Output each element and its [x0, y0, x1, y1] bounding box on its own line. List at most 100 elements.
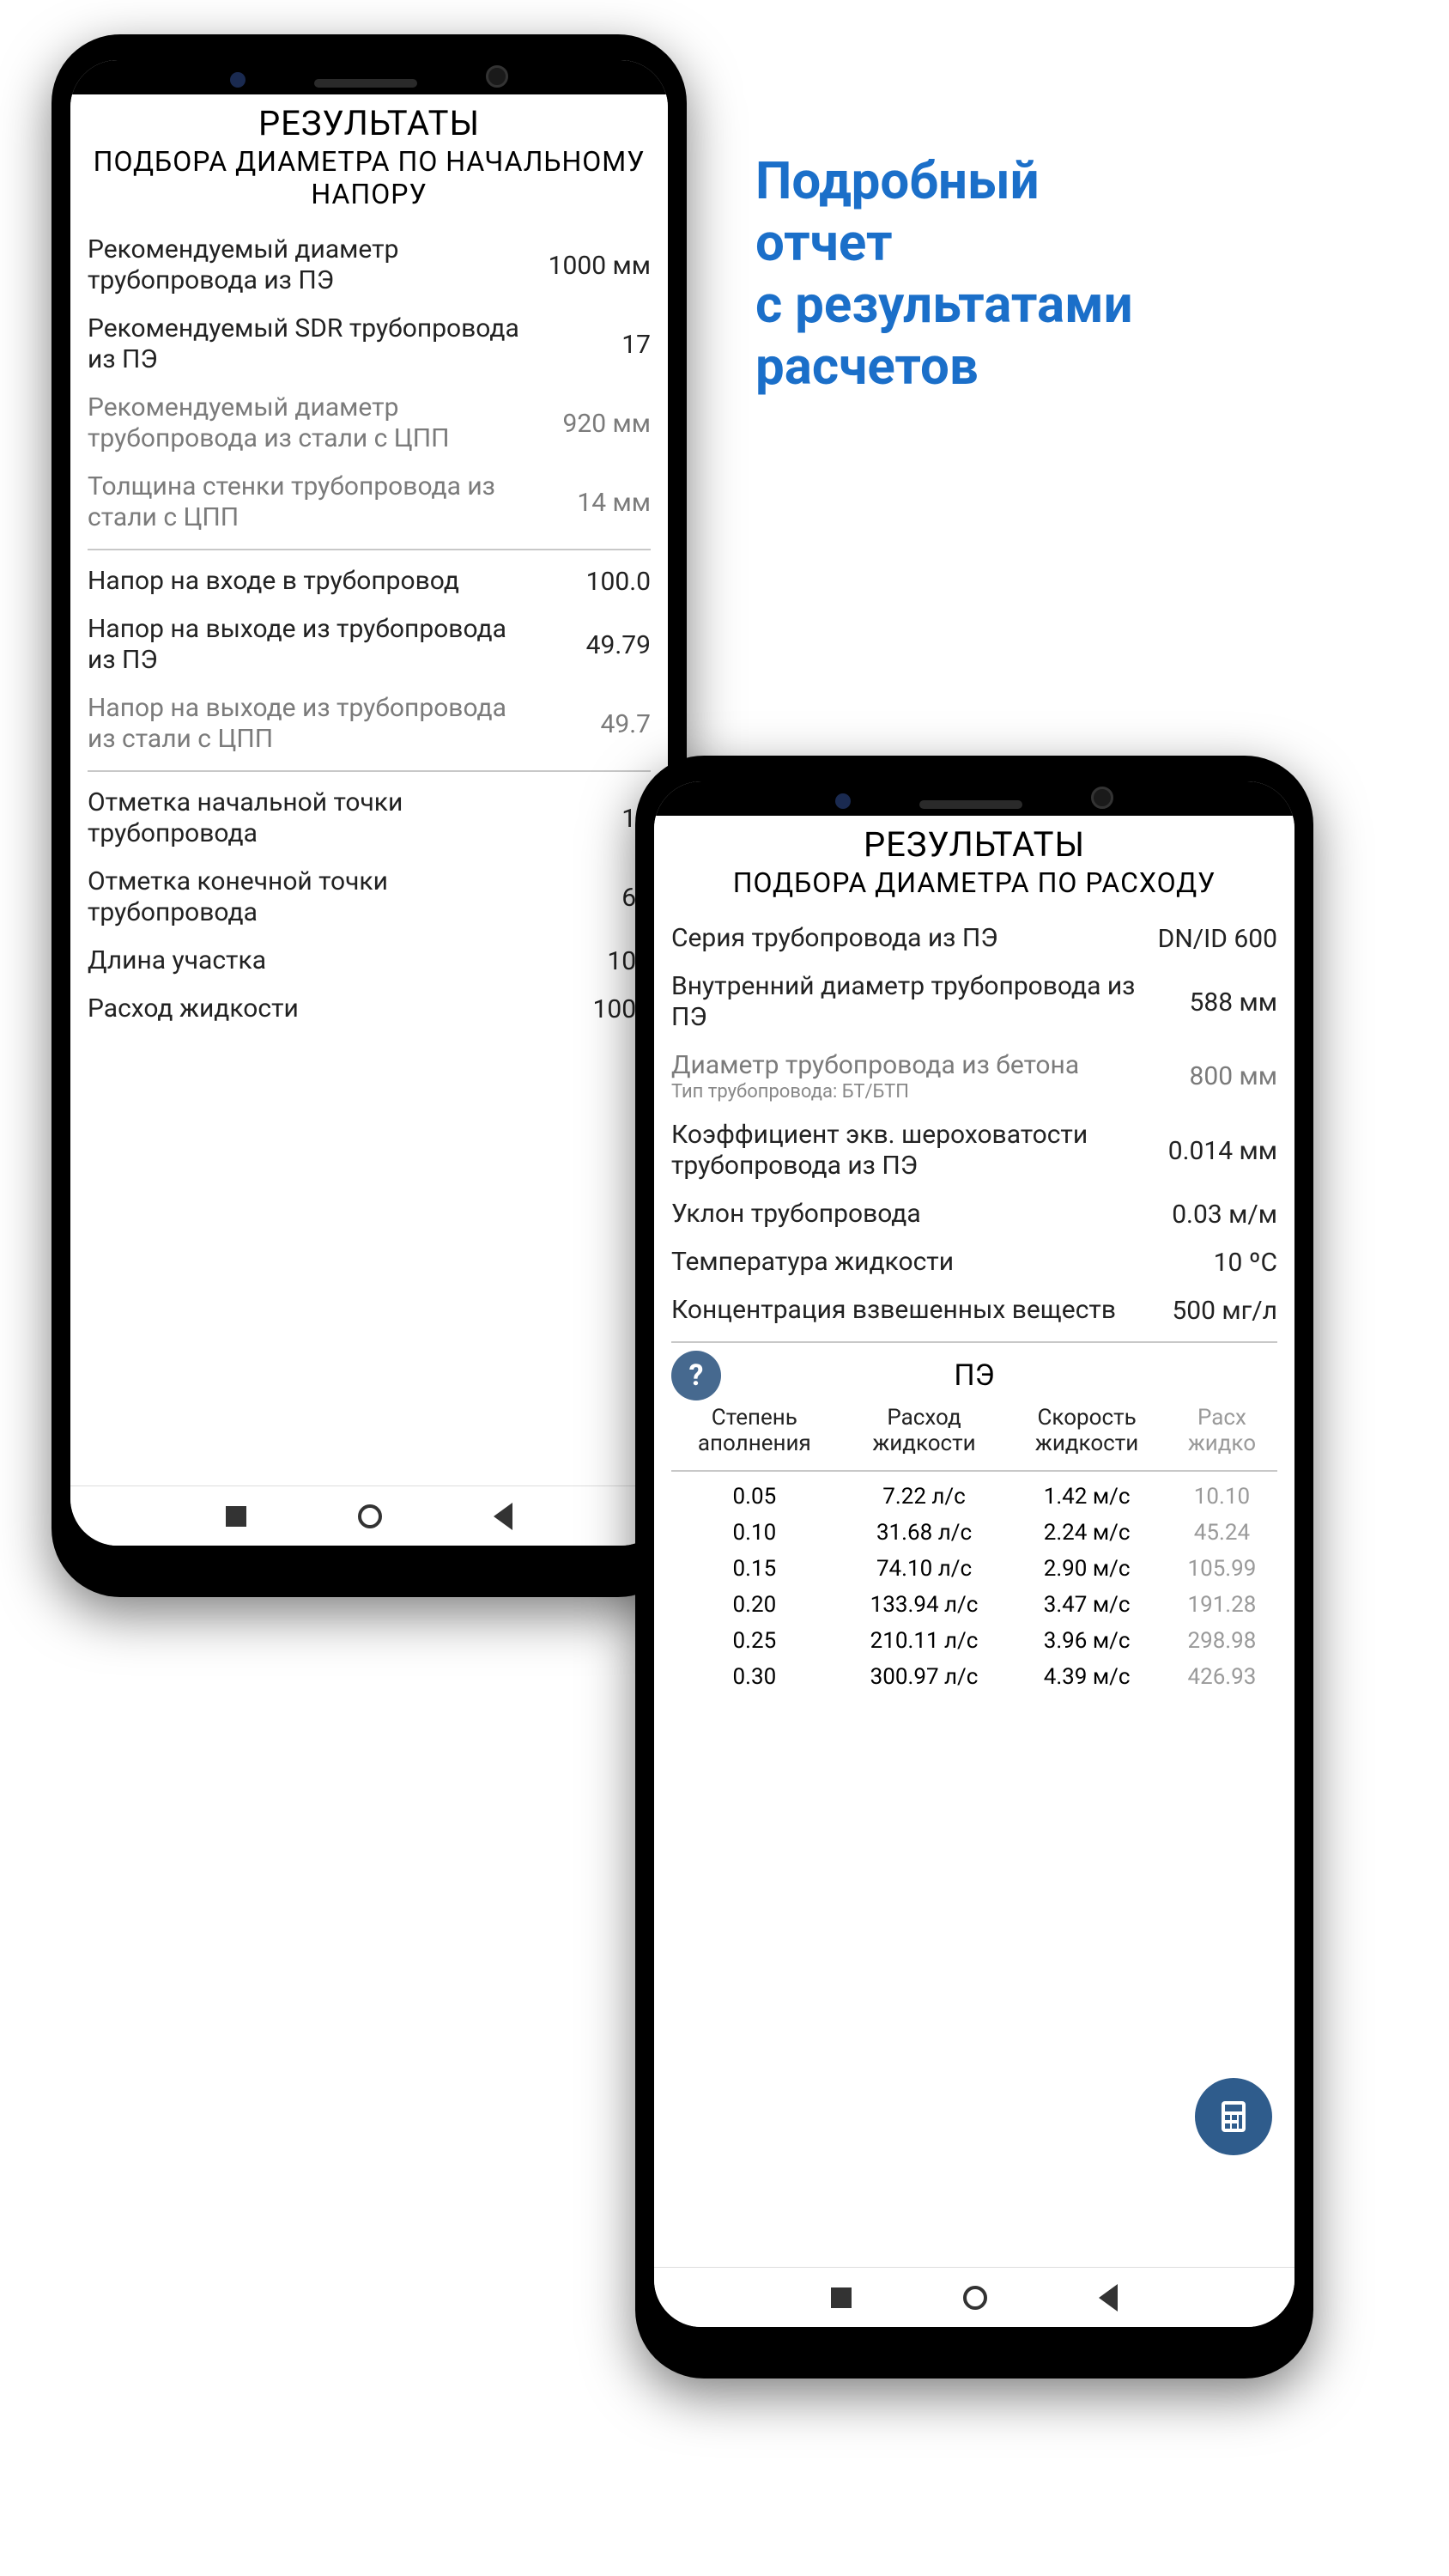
table-row: 0.1574.10 л/с2.90 м/с105.99 [671, 1551, 1277, 1587]
table-cell: 105.99 [1167, 1556, 1277, 1582]
back-button[interactable] [1099, 2284, 1118, 2312]
result-value: DN/ID 600 [1158, 924, 1277, 954]
result-label: Рекомендуемый диаметр трубопровода из ст… [88, 392, 529, 454]
result-value: 920 мм [539, 409, 651, 439]
result-label: Напор на выходе из трубопровода из ПЭ [88, 614, 529, 676]
result-label: Напор на выходе из трубопровода из стали… [88, 693, 529, 755]
result-label: Концентрация взвешенных веществ [671, 1295, 1155, 1326]
table-cell: 4.39 м/с [1010, 1664, 1163, 1690]
table-cell: 133.94 л/с [841, 1592, 1008, 1618]
table-cell: 0.30 [671, 1664, 838, 1690]
result-note: Тип трубопровода: БТ/БТП [671, 1081, 1155, 1103]
result-row: Рекомендуемый SDR трубопровода из ПЭ17 [88, 305, 651, 384]
camera-icon [486, 65, 508, 88]
home-button[interactable] [358, 1504, 382, 1528]
result-label: Длина участка [88, 945, 529, 976]
table-col-header: Расход жидкости [841, 1405, 1008, 1456]
calculator-fab[interactable] [1195, 2078, 1272, 2155]
result-row: Напор на выходе из трубопровода из ПЭ 49.… [88, 605, 651, 684]
results-subtitle: ПОДБОРА ДИАМЕТРА ПО РАСХОДУ [671, 866, 1277, 899]
table-row: 0.057.22 л/с1.42 м/с10.10 [671, 1479, 1277, 1515]
back-button[interactable] [494, 1503, 512, 1530]
table-cell: 210.11 л/с [841, 1628, 1008, 1654]
result-label: Отметка конечной точки трубопровода [88, 866, 529, 928]
result-row: Длина участка 100 [88, 937, 651, 985]
result-value: 0.014 мм [1166, 1136, 1277, 1166]
result-row: Напор на выходе из трубопровода из стали… [88, 684, 651, 763]
results-subtitle: ПОДБОРА ДИАМЕТРА ПО НАЧАЛЬНОМУ НАПОРУ [88, 145, 651, 210]
table-cell: 1.42 м/с [1010, 1484, 1163, 1510]
promo-text: Подробныйотчетс результатамирасчетов [755, 150, 1133, 398]
result-row: Отметка конечной точки трубопровода 60 [88, 858, 651, 937]
table-cell: 0.20 [671, 1592, 838, 1618]
table-row: 0.30300.97 л/с4.39 м/с426.93 [671, 1659, 1277, 1695]
result-label: Уклон трубопровода [671, 1199, 1155, 1230]
phone-mockup-1: РЕЗУЛЬТАТЫ ПОДБОРА ДИАМЕТРА ПО НАЧАЛЬНОМ… [52, 34, 687, 1597]
table-cell: 0.25 [671, 1628, 838, 1654]
table-cell: 74.10 л/с [841, 1556, 1008, 1582]
section-title: ПЭ [954, 1358, 994, 1393]
table-cell: 0.05 [671, 1484, 838, 1510]
result-value: 100.0 [539, 567, 651, 597]
result-row: Уклон трубопровода0.03 м/м [671, 1190, 1277, 1238]
result-value: 100 [539, 946, 651, 976]
result-row: Расход жидкости 1000 [88, 985, 651, 1033]
table-row: 0.1031.68 л/с2.24 м/с45.24 [671, 1515, 1277, 1551]
recent-apps-button[interactable] [226, 1506, 246, 1527]
table-cell: 426.93 [1167, 1664, 1277, 1690]
table-header: Степень аполненияРасход жидкостиСкорость… [671, 1398, 1277, 1463]
phone-mockup-2: РЕЗУЛЬТАТЫ ПОДБОРА ДИАМЕТРА ПО РАСХОДУ С… [635, 756, 1313, 2379]
result-row: Концентрация взвешенных веществ500 мг/л [671, 1286, 1277, 1334]
result-value: 1000 мм [539, 251, 651, 281]
result-value: 49.79 [539, 630, 651, 660]
result-row: Рекомендуемый диаметр трубопровода из ПЭ… [88, 226, 651, 305]
table-cell: 2.90 м/с [1010, 1556, 1163, 1582]
result-value: 1000 [539, 994, 651, 1024]
result-label: Коэффициент экв. шероховатости трубопров… [671, 1120, 1155, 1182]
result-value: 60 [539, 883, 651, 913]
result-value: 49.7 [539, 709, 651, 739]
result-value: 10 ºС [1166, 1248, 1277, 1278]
calculator-icon [1213, 2096, 1254, 2137]
table-cell: 45.24 [1167, 1520, 1277, 1546]
result-value: 10 [539, 804, 651, 834]
table-col-header: Расх жидко [1167, 1405, 1277, 1456]
result-row: Температура жидкости 10 ºС [671, 1238, 1277, 1286]
result-label: Отметка начальной точки трубопровода [88, 787, 529, 849]
table-row: 0.20133.94 л/с3.47 м/с191.28 [671, 1587, 1277, 1623]
result-value: 17 [539, 330, 651, 360]
result-row: Отметка начальной точки трубопровода 10 [88, 779, 651, 858]
result-row: Рекомендуемый диаметр трубопровода из ст… [88, 384, 651, 463]
result-row: Внутренний диаметр трубопровода из ПЭ 588… [671, 963, 1277, 1042]
table-cell: 3.47 м/с [1010, 1592, 1163, 1618]
table-cell: 2.24 м/с [1010, 1520, 1163, 1546]
result-value: 14 мм [539, 488, 651, 518]
table-cell: 7.22 л/с [841, 1484, 1008, 1510]
home-button[interactable] [963, 2286, 987, 2310]
result-row: Толщина стенки трубопровода из стали с Ц… [88, 463, 651, 542]
table-cell: 10.10 [1167, 1484, 1277, 1510]
table-cell: 0.15 [671, 1556, 838, 1582]
result-label: Диаметр трубопровода из бетона [671, 1050, 1155, 1081]
result-label: Толщина стенки трубопровода из стали с Ц… [88, 471, 529, 533]
sensor-icon [230, 72, 246, 88]
recent-apps-button[interactable] [831, 2287, 852, 2308]
table-cell: 300.97 л/с [841, 1664, 1008, 1690]
result-label: Серия трубопровода из ПЭ [671, 923, 1148, 954]
result-label: Температура жидкости [671, 1247, 1155, 1278]
result-label: Внутренний диаметр трубопровода из ПЭ [671, 971, 1155, 1033]
result-row: Диаметр трубопровода из бетонаТип трубоп… [671, 1042, 1277, 1111]
result-label: Напор на входе в трубопровод [88, 566, 529, 597]
help-button[interactable]: ? [671, 1351, 721, 1400]
sensor-icon [835, 793, 851, 809]
table-cell: 191.28 [1167, 1592, 1277, 1618]
speaker-icon [314, 79, 417, 88]
result-row: Серия трубопровода из ПЭ DN/ID 600 [671, 914, 1277, 963]
result-row: Напор на входе в трубопровод 100.0 [88, 557, 651, 605]
result-row: Коэффициент экв. шероховатости трубопров… [671, 1111, 1277, 1190]
table-cell: 31.68 л/с [841, 1520, 1008, 1546]
result-value: 588 мм [1166, 987, 1277, 1018]
result-label: Расход жидкости [88, 993, 529, 1024]
android-navbar [654, 2267, 1294, 2327]
table-cell: 0.10 [671, 1520, 838, 1546]
